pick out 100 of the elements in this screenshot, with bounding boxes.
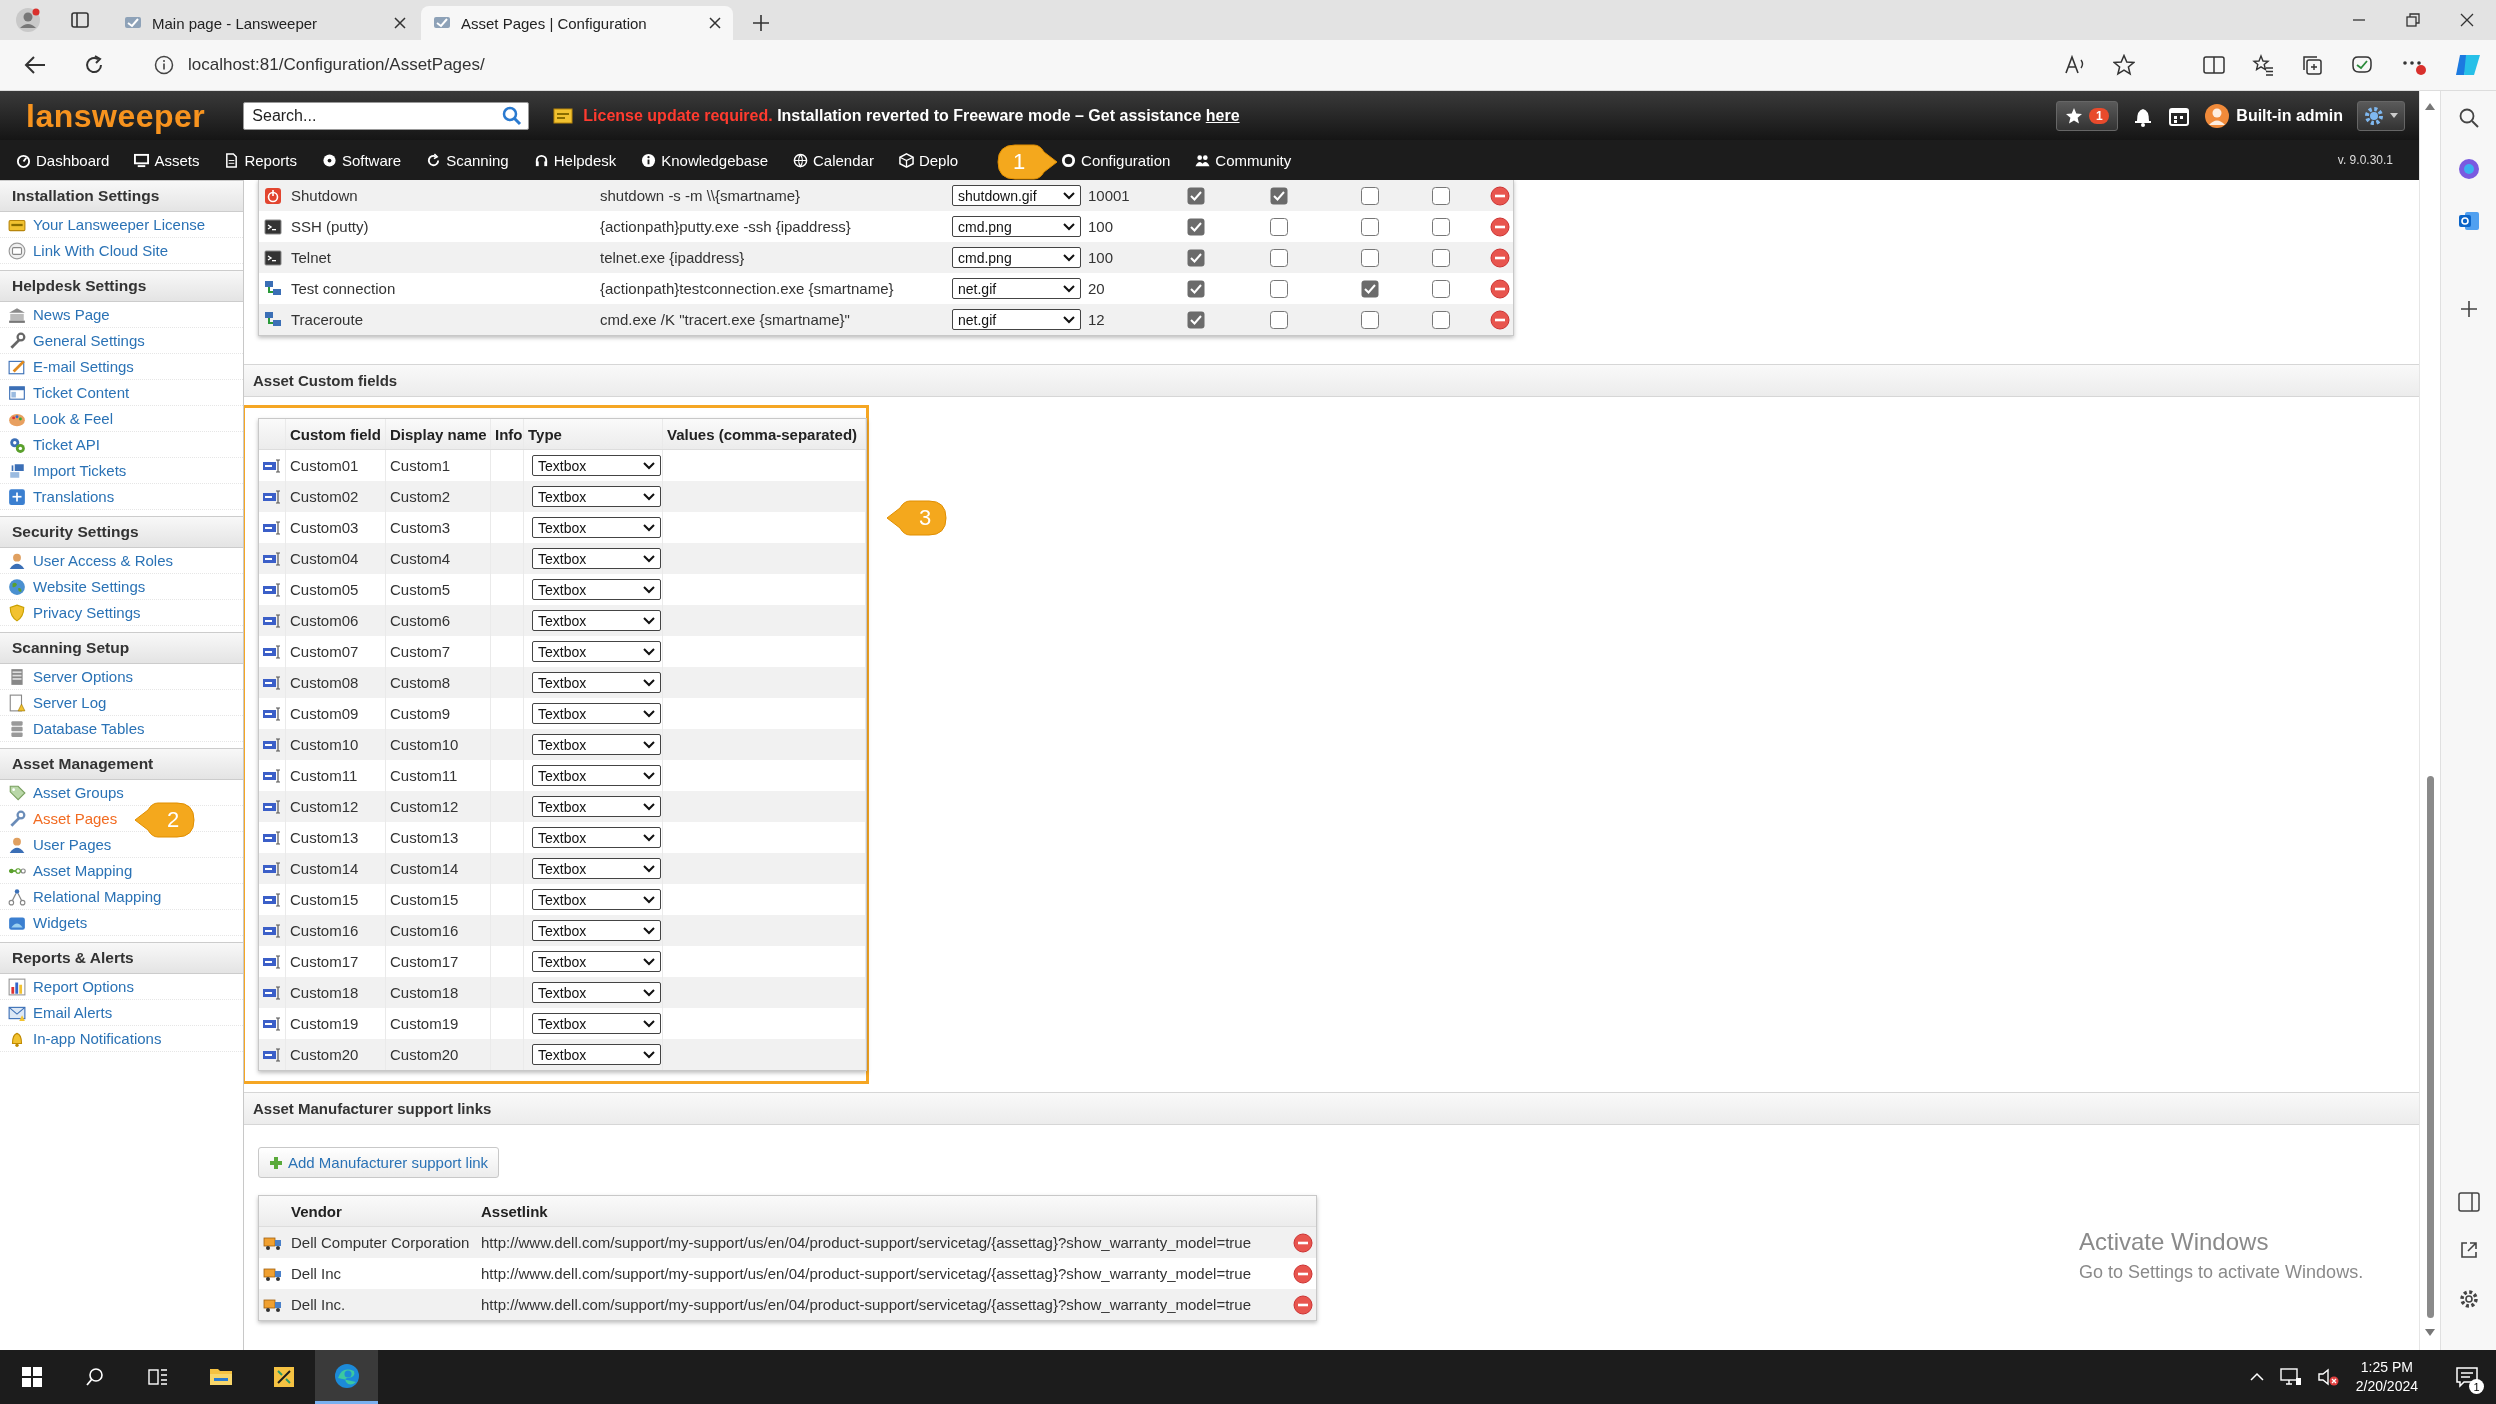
network-icon[interactable] [2279, 1367, 2302, 1387]
sidebar-link[interactable]: Your Lansweeper License [33, 216, 206, 233]
browser-icon[interactable] [333, 1362, 360, 1389]
nav-item[interactable]: Dashboard [16, 151, 110, 169]
app-icon[interactable] [271, 1365, 296, 1389]
close-icon[interactable] [709, 17, 721, 29]
vertical-tabs-icon[interactable] [70, 10, 90, 30]
remove-icon[interactable] [1292, 1263, 1313, 1284]
sidebar-link[interactable]: Asset Groups [33, 784, 124, 801]
address-field[interactable]: localhost:81/Configuration/AssetPages/ [188, 55, 485, 75]
volume-muted-icon[interactable] [2317, 1367, 2340, 1387]
settings-icon[interactable] [2457, 1288, 2480, 1310]
logo[interactable]: lansweeper [26, 95, 214, 136]
search-icon[interactable] [84, 1367, 105, 1387]
favorites-icon[interactable] [2252, 54, 2274, 76]
split-screen-icon[interactable] [2203, 55, 2225, 75]
sidebar-link[interactable]: Email Alerts [33, 1004, 113, 1021]
checkbox[interactable] [1361, 279, 1379, 298]
checkbox[interactable] [1270, 310, 1288, 329]
user-name[interactable]: Built-in admin [2236, 106, 2343, 125]
checkbox[interactable] [1432, 186, 1450, 205]
type-dropdown[interactable]: Textbox [532, 796, 661, 817]
restore-icon[interactable] [2406, 13, 2420, 27]
checkbox[interactable] [1361, 217, 1379, 236]
external-link-icon[interactable] [2458, 1240, 2479, 1260]
checkbox[interactable] [1187, 186, 1205, 205]
read-aloud-icon[interactable] [2064, 55, 2086, 75]
back-icon[interactable] [24, 55, 46, 75]
remove-icon[interactable] [1490, 278, 1510, 299]
checkbox[interactable] [1187, 310, 1205, 329]
sidebar-link[interactable]: Widgets [33, 914, 88, 931]
type-dropdown[interactable]: Textbox [532, 579, 661, 600]
type-dropdown[interactable]: Textbox [532, 455, 661, 476]
clock-date[interactable]: 2/20/2024 [2355, 1377, 2418, 1396]
icon-dropdown[interactable]: shutdown.gif [952, 185, 1081, 206]
task-view-icon[interactable] [147, 1367, 168, 1387]
browser-tab[interactable]: Asset Pages | Configuration [421, 6, 733, 40]
scroll-down-icon[interactable] [2425, 1329, 2435, 1336]
checkbox[interactable] [1432, 279, 1450, 298]
type-dropdown[interactable]: Textbox [532, 1044, 661, 1065]
type-dropdown[interactable]: Textbox [532, 827, 661, 848]
sidebar-link[interactable]: Report Options [33, 978, 134, 995]
search-icon[interactable] [2457, 107, 2480, 129]
type-dropdown[interactable]: Textbox [532, 982, 661, 1003]
nav-item[interactable]: Helpdesk [533, 151, 617, 169]
checkbox[interactable] [1361, 248, 1379, 267]
type-dropdown[interactable]: Textbox [532, 951, 661, 972]
sidebar-link[interactable]: Server Options [33, 668, 134, 685]
nav-item[interactable]: Community [1195, 151, 1292, 169]
remove-icon[interactable] [1292, 1294, 1313, 1315]
collections-icon[interactable] [2301, 54, 2323, 76]
icon-dropdown[interactable]: net.gif [952, 278, 1081, 299]
remove-icon[interactable] [1292, 1232, 1313, 1253]
type-dropdown[interactable]: Textbox [532, 1013, 661, 1034]
browser-tab[interactable]: Main page - Lansweeper [112, 6, 418, 40]
close-icon[interactable] [2460, 13, 2474, 27]
sidebar-link[interactable]: Translations [33, 488, 115, 505]
checkbox[interactable] [1270, 217, 1288, 236]
sidebar-link[interactable]: Website Settings [33, 578, 146, 595]
remove-icon[interactable] [1490, 309, 1510, 330]
reload-icon[interactable] [84, 55, 104, 75]
sidebar-link[interactable]: User Access & Roles [33, 552, 174, 569]
icon-dropdown[interactable]: cmd.png [952, 247, 1081, 268]
checkbox[interactable] [1187, 217, 1205, 236]
type-dropdown[interactable]: Textbox [532, 765, 661, 786]
start-icon[interactable] [21, 1367, 42, 1387]
type-dropdown[interactable]: Textbox [532, 889, 661, 910]
sidebar-link[interactable]: Privacy Settings [33, 604, 141, 621]
avatar-icon[interactable] [2204, 102, 2231, 129]
sidebar-link[interactable]: Ticket Content [33, 384, 130, 401]
sidebar-link[interactable]: Asset Mapping [33, 862, 133, 879]
sidebar-link[interactable]: Look & Feel [33, 410, 114, 427]
sidebar-link[interactable]: Relational Mapping [33, 888, 162, 905]
sidebar-link[interactable]: In-app Notifications [33, 1030, 162, 1047]
type-dropdown[interactable]: Textbox [532, 672, 661, 693]
add-icon[interactable] [2458, 299, 2479, 319]
nav-item[interactable]: Assets [134, 151, 200, 169]
new-tab-icon[interactable] [752, 14, 770, 32]
type-dropdown[interactable]: Textbox [532, 858, 661, 879]
extension-icon[interactable] [2350, 54, 2374, 76]
checkbox[interactable] [1270, 248, 1288, 267]
remove-icon[interactable] [1490, 185, 1510, 206]
settings-button[interactable] [2357, 100, 2405, 131]
type-dropdown[interactable]: Textbox [532, 610, 661, 631]
clock-time[interactable]: 1:25 PM [2360, 1358, 2413, 1377]
checkbox[interactable] [1361, 186, 1379, 205]
sidebar-link[interactable]: Import Tickets [33, 462, 127, 479]
assistance-link[interactable]: here [1205, 106, 1240, 124]
nav-item[interactable]: Scanning [426, 151, 509, 169]
type-dropdown[interactable]: Textbox [532, 734, 661, 755]
remove-icon[interactable] [1490, 247, 1510, 268]
nav-item[interactable]: Deplo [898, 151, 959, 169]
type-dropdown[interactable]: Textbox [532, 641, 661, 662]
scroll-up-icon[interactable] [2425, 103, 2435, 110]
icon-dropdown[interactable]: cmd.png [952, 216, 1081, 237]
chevron-up-icon[interactable] [2249, 1372, 2264, 1382]
sidebar-link[interactable]: Server Log [33, 694, 107, 711]
remove-icon[interactable] [1490, 216, 1510, 237]
sidebar-link[interactable]: User Pages [33, 836, 112, 853]
info-icon[interactable] [154, 55, 174, 75]
